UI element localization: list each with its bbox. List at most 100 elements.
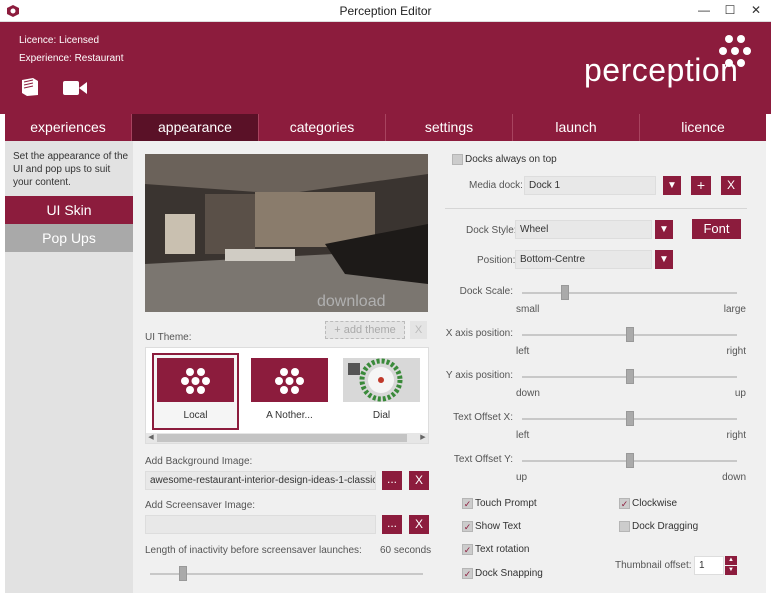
sidebar-item-pop-ups[interactable]: Pop Ups <box>5 224 133 252</box>
title-bar: Perception Editor — ☐ ✕ <box>0 0 771 22</box>
inactivity-slider-thumb[interactable] <box>178 566 187 581</box>
screensaver-path-field[interactable] <box>145 515 376 534</box>
slider-max-label: right <box>726 430 746 441</box>
book-icon[interactable] <box>19 77 41 97</box>
dock-dragging-checkbox[interactable] <box>619 521 630 532</box>
decrement-icon[interactable]: ▼ <box>725 566 737 575</box>
dock-snapping-checkbox[interactable]: ✓ <box>462 568 473 579</box>
theme-gallery: Local A Nother... Dial ◀ ▶ <box>145 347 429 444</box>
slider-min-label: left <box>516 430 530 441</box>
remove-dock-button[interactable]: X <box>721 176 741 195</box>
watermark-text: download <box>317 293 386 310</box>
slider-thumb[interactable] <box>625 327 634 342</box>
show-text-label: Show Text <box>475 521 521 532</box>
background-label: Add Background Image: <box>145 456 253 467</box>
background-path-field[interactable]: awesome-restaurant-interior-design-ideas… <box>145 471 376 490</box>
main-tabs: experiences appearance categories settin… <box>5 114 766 141</box>
slider-max-label: right <box>726 346 746 357</box>
ui-theme-label: UI Theme: <box>145 332 192 343</box>
theme-card-local[interactable]: Local <box>152 353 239 430</box>
tab-categories[interactable]: categories <box>259 114 386 141</box>
browse-screensaver-button[interactable]: ... <box>382 515 402 534</box>
slider-thumb[interactable] <box>625 453 634 468</box>
media-dock-dropdown-icon[interactable]: ▼ <box>663 176 681 195</box>
theme-scrollbar[interactable]: ◀ ▶ <box>146 433 428 443</box>
perception-logo-icon <box>719 35 751 67</box>
font-button[interactable]: Font <box>692 219 741 239</box>
slider-max-label: down <box>722 472 746 483</box>
theme-label: Dial <box>372 410 391 421</box>
slider-min-label: down <box>516 388 540 399</box>
slider-min-label: left <box>516 346 530 357</box>
dock-style-select[interactable]: Wheel <box>515 220 652 239</box>
touch-prompt-label: Touch Prompt <box>475 498 537 509</box>
theme-thumbnail <box>157 358 234 402</box>
dock-style-dropdown-icon[interactable]: ▼ <box>655 220 673 239</box>
thumbnail-offset-input[interactable]: 1 <box>694 556 724 575</box>
slider-label: Y axis position: <box>445 370 513 381</box>
slider-min-label: up <box>516 472 528 483</box>
position-label: Position: <box>477 255 516 266</box>
browse-background-button[interactable]: ... <box>382 471 402 490</box>
thumbnail-offset-label: Thumbnail offset: <box>615 560 692 571</box>
licence-text: Licence: Licensed <box>19 35 100 46</box>
main-panel: download UI Theme: + add theme X Local A… <box>133 141 766 593</box>
add-theme-button[interactable]: + add theme <box>325 321 405 339</box>
slider-min-label: small <box>516 304 540 315</box>
window-title: Perception Editor <box>339 4 432 18</box>
theme-thumbnail <box>251 358 328 402</box>
touch-prompt-checkbox[interactable]: ✓ <box>462 498 473 509</box>
add-dock-button[interactable]: + <box>691 176 711 195</box>
sidebar: Set the appearance of the UI and pop ups… <box>5 141 133 593</box>
tab-settings[interactable]: settings <box>386 114 513 141</box>
remove-theme-button[interactable]: X <box>410 321 427 339</box>
slider-label: Dock Scale: <box>459 286 513 297</box>
tab-appearance[interactable]: appearance <box>132 114 259 141</box>
slider-max-label: up <box>734 388 746 399</box>
clear-background-button[interactable]: X <box>409 471 429 490</box>
media-dock-select[interactable]: Dock 1 <box>524 176 656 195</box>
theme-card-another[interactable]: A Nother... <box>246 353 333 430</box>
slider-thumb[interactable] <box>561 285 569 300</box>
sidebar-item-ui-skin[interactable]: UI Skin <box>5 196 133 224</box>
increment-icon[interactable]: ▲ <box>725 556 737 565</box>
divider <box>445 208 747 209</box>
maximize-button[interactable]: ☐ <box>716 0 744 22</box>
video-camera-icon[interactable] <box>62 79 88 97</box>
experience-text: Experience: Restaurant <box>19 53 124 64</box>
screensaver-label: Add Screensaver Image: <box>145 500 256 511</box>
scroll-thumb[interactable] <box>157 434 407 442</box>
text-rotation-checkbox[interactable]: ✓ <box>462 544 473 555</box>
scroll-right-icon[interactable]: ▶ <box>418 433 428 443</box>
tab-launch[interactable]: launch <box>513 114 640 141</box>
theme-card-dial[interactable]: Dial <box>338 353 425 430</box>
text-rotation-label: Text rotation <box>475 544 530 555</box>
media-dock-label: Media dock: <box>469 180 523 191</box>
slider-label: X axis position: <box>445 328 513 339</box>
slider-label: Text Offset Y: <box>453 454 513 465</box>
dock-style-label: Dock Style: <box>466 225 517 236</box>
slider-thumb[interactable] <box>625 411 634 426</box>
show-text-checkbox[interactable]: ✓ <box>462 521 473 532</box>
dock-dragging-label: Dock Dragging <box>632 521 699 532</box>
slider-thumb[interactable] <box>625 369 634 384</box>
inactivity-value: 60 seconds <box>380 545 432 556</box>
dock-snapping-label: Dock Snapping <box>475 568 543 579</box>
header: Licence: Licensed Experience: Restaurant… <box>0 22 771 114</box>
slider-track[interactable] <box>522 292 737 294</box>
position-dropdown-icon[interactable]: ▼ <box>655 250 673 269</box>
clockwise-checkbox[interactable]: ✓ <box>619 498 630 509</box>
clockwise-label: Clockwise <box>632 498 678 509</box>
scroll-left-icon[interactable]: ◀ <box>146 433 156 443</box>
inactivity-label: Length of inactivity before screensaver … <box>145 545 362 556</box>
theme-label: A Nother... <box>266 410 313 421</box>
inactivity-slider-track[interactable] <box>150 573 423 575</box>
docks-on-top-checkbox[interactable] <box>452 154 463 165</box>
tab-experiences[interactable]: experiences <box>5 114 132 141</box>
tab-licence[interactable]: licence <box>640 114 766 141</box>
minimize-button[interactable]: — <box>690 0 718 22</box>
sidebar-description: Set the appearance of the UI and pop ups… <box>13 151 129 188</box>
position-select[interactable]: Bottom-Centre <box>515 250 652 269</box>
close-window-button[interactable]: ✕ <box>742 0 770 22</box>
clear-screensaver-button[interactable]: X <box>409 515 429 534</box>
